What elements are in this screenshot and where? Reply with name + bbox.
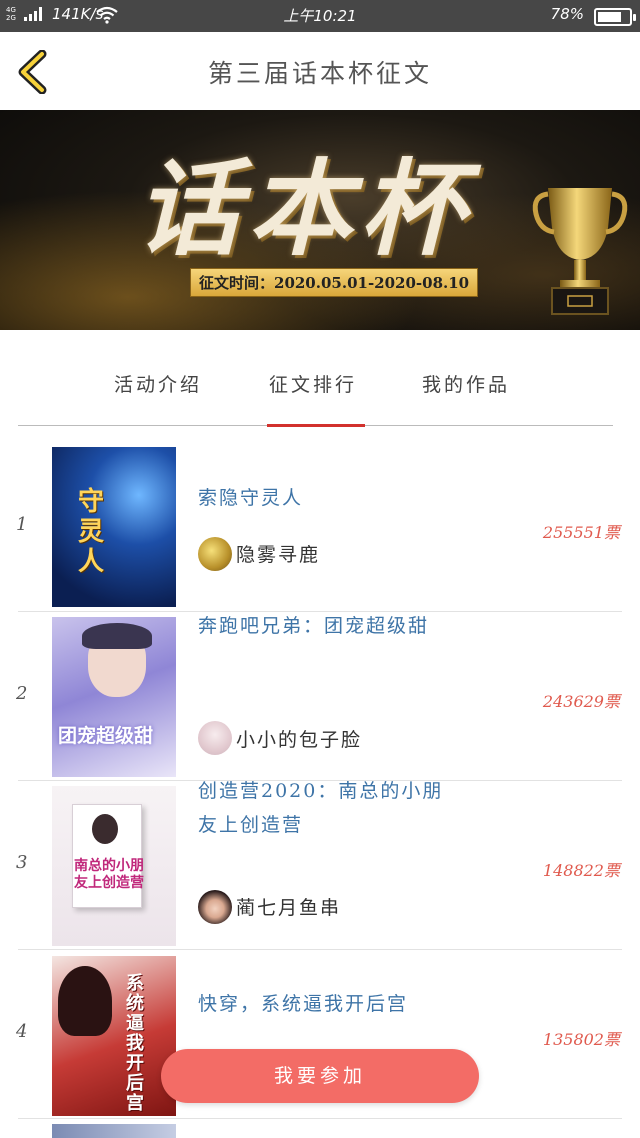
ranking-item[interactable]: 3 南总的小朋友上创造营 创造营2020：南总的小朋友上创造营 蔺七月鱼串 14… — [0, 780, 640, 950]
ranking-item[interactable]: 1 守灵人 索隐守灵人 隐雾寻鹿 255551票 — [0, 444, 640, 612]
book-cover[interactable]: 守灵人 — [52, 447, 176, 607]
rank-number: 1 — [16, 514, 28, 535]
header: 第三届话本杯征文 — [0, 32, 640, 110]
book-title[interactable]: 快穿，系统逼我开后宫 — [198, 987, 458, 1021]
book-cover[interactable]: 南总的小朋友上创造营 — [52, 786, 176, 946]
cover-title: 南总的小朋友上创造营 — [74, 858, 144, 891]
banner-date: 征文时间：2020.05.01-2020-08.10 — [190, 268, 479, 297]
author-name: 蔺七月鱼串 — [236, 897, 342, 919]
tab-ranking[interactable]: 征文排行 — [269, 370, 357, 397]
tab-my-works[interactable]: 我的作品 — [422, 370, 510, 397]
tab-activity-intro[interactable]: 活动介绍 — [114, 370, 202, 397]
active-tab-indicator — [267, 424, 365, 427]
book-title[interactable]: 奔跑吧兄弟：团宠超级甜 — [198, 609, 458, 643]
author-avatar — [198, 537, 232, 571]
page-title: 第三届话本杯征文 — [207, 59, 432, 88]
cover-title: 团宠超级甜 — [58, 725, 154, 747]
book-cover[interactable]: 团宠超级甜 — [52, 617, 176, 777]
vote-count: 255551票 — [542, 523, 620, 542]
book-cover[interactable] — [52, 1124, 176, 1138]
battery-percent: 78% — [550, 5, 584, 23]
divider — [18, 949, 622, 950]
book-title[interactable]: 索隐守灵人 — [198, 481, 458, 515]
cover-figure — [92, 814, 118, 844]
cover-figure — [58, 966, 112, 1036]
book-title[interactable]: 创造营2020：南总的小朋友上创造营 — [198, 774, 458, 842]
battery-icon — [594, 8, 636, 26]
rank-number: 3 — [16, 852, 28, 873]
rank-number: 2 — [16, 683, 28, 704]
rank-number: 4 — [16, 1021, 28, 1042]
join-button[interactable]: 我要参加 — [161, 1049, 479, 1103]
cover-title: 系统逼我开后宫 — [126, 973, 144, 1114]
vote-count: 135802票 — [542, 1030, 620, 1049]
book-cover[interactable]: 系统逼我开后宫 — [52, 956, 176, 1116]
vote-count: 243629票 — [542, 692, 620, 711]
status-time: 上午10:21 — [283, 7, 357, 25]
author-avatar — [198, 890, 232, 924]
banner-headline: 话本杯 — [136, 147, 473, 270]
vote-count: 148822票 — [542, 861, 620, 880]
trophy-icon — [532, 188, 628, 315]
tab-bar: 活动介绍 征文排行 我的作品 — [18, 340, 613, 427]
status-bar: 4G 2G 141K/s 上午10:21 78% — [0, 0, 640, 32]
event-banner: 话本杯 征文时间：2020.05.01-2020-08.10 — [0, 110, 640, 330]
ranking-item[interactable]: 2 团宠超级甜 奔跑吧兄弟：团宠超级甜 小小的包子脸 243629票 — [0, 613, 640, 781]
cover-hair — [82, 623, 152, 649]
author-avatar — [198, 721, 232, 755]
author-name: 隐雾寻鹿 — [236, 544, 321, 566]
author-name: 小小的包子脸 — [236, 729, 363, 751]
divider — [18, 1118, 622, 1119]
cover-title: 守灵人 — [78, 487, 105, 577]
